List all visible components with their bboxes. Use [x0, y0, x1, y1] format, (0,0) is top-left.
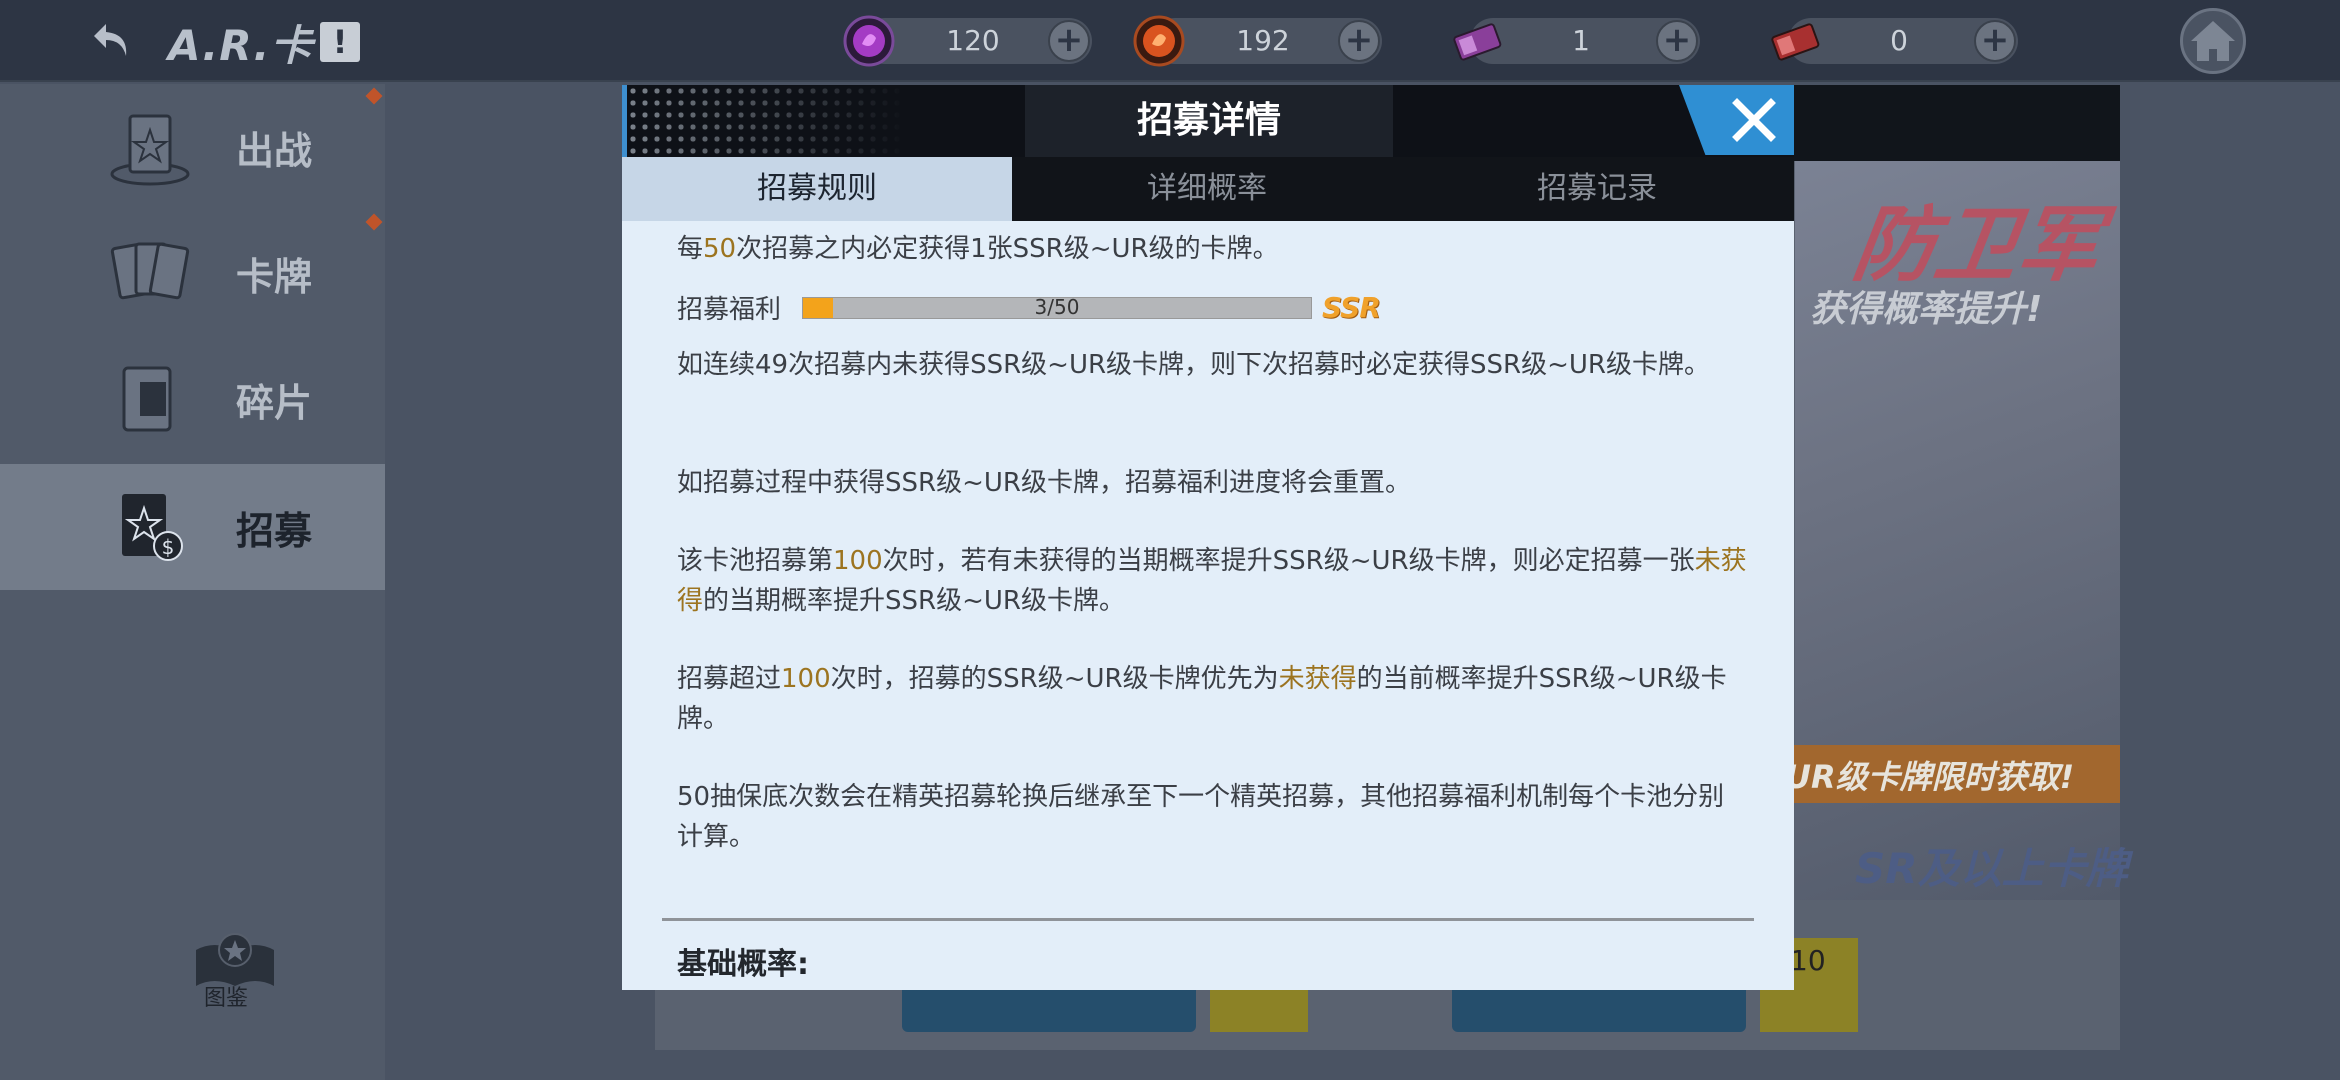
red-ticket-count: 0	[1890, 24, 1908, 57]
resource-purple-ticket: 1 +	[1453, 18, 1700, 64]
purple-ticket-icon	[1453, 23, 1502, 61]
rule-over-hundred: 招募超过100次时，招募的SSR级~UR级卡牌优先为未获得的当前概率提升SSR级…	[677, 664, 1727, 734]
add-purple-gem-button[interactable]: +	[1048, 20, 1090, 62]
sidebar-item-label: 卡牌	[236, 255, 313, 299]
dialog-title: 招募详情	[1136, 100, 1281, 141]
sidebar-item-cards[interactable]: 卡牌	[0, 210, 385, 336]
tab-recruit-rules[interactable]: 招募规则	[622, 157, 1012, 221]
orange-gem-icon	[1133, 15, 1185, 67]
sidebar-item-recruit[interactable]: $ 招募	[0, 464, 385, 590]
banner-header-strip	[1794, 85, 2120, 161]
codex-label: 图鉴	[204, 986, 249, 1011]
sidebar: 出战 卡牌 碎片 $ 招募 图鉴	[0, 84, 385, 1080]
rule-hundredth: 该卡池招募第100次时，若有未获得的当期概率提升SSR级~UR级卡牌，则必定招募…	[677, 546, 1747, 616]
rule-inheritance: 50抽保底次数会在精英招募轮换后继承至下一个精英招募，其他招募福利机制每个卡池分…	[677, 782, 1725, 852]
ticket-cost-count: 10	[1790, 944, 1826, 977]
close-icon	[1732, 98, 1776, 142]
dialog-header: 招募详情	[622, 85, 1794, 157]
purple-gem-icon	[843, 15, 895, 67]
resource-purple-gem: 120 +	[843, 15, 1092, 67]
recruit-details-dialog: 招募详情 招募规则 详细概率 招募记录 每50次招募之内必定获得1张SSR级~U…	[622, 85, 1794, 990]
cards-icon	[110, 242, 190, 300]
banner-strip2-text: SR及以上卡牌	[1855, 844, 2128, 893]
resource-orange-gem: 192 +	[1133, 15, 1382, 67]
back-arrow-icon	[94, 24, 127, 56]
welfare-progress-bar: 3/50	[802, 295, 1312, 319]
orange-gem-count: 192	[1236, 24, 1290, 57]
sidebar-item-label: 招募	[236, 509, 313, 553]
rule-reset: 如招募过程中获得SSR级~UR级卡牌，招募福利进度将会重置。	[677, 468, 1411, 498]
fragment-icon	[122, 366, 172, 432]
close-button[interactable]	[1679, 85, 1794, 155]
resource-red-ticket: 0 +	[1771, 18, 2018, 64]
ssr-badge: SSR	[1322, 291, 1381, 324]
sidebar-item-label: 出战	[236, 129, 313, 173]
battle-card-icon	[110, 114, 190, 186]
add-purple-ticket-button[interactable]: +	[1656, 20, 1698, 62]
tab-recruit-history[interactable]: 招募记录	[1402, 157, 1792, 221]
rule-pity-summary: 每50次招募之内必定获得1张SSR级~UR级的卡牌。	[677, 234, 1279, 264]
sidebar-item-fragments[interactable]: 碎片	[0, 336, 385, 462]
home-icon	[2191, 21, 2235, 61]
page-title: A.R.卡	[168, 21, 314, 70]
top-bar: A.R.卡 ! 120 + 192 + 1 + 0 +	[0, 0, 2340, 82]
info-button[interactable]: !	[320, 22, 360, 62]
back-button[interactable]	[88, 16, 138, 66]
banner-subtitle: 获得概率提升!	[1810, 289, 2043, 330]
banner-strip-text: UR级卡牌限时获取!	[1785, 758, 2075, 796]
welfare-progress-text: 3/50	[1034, 295, 1080, 319]
sidebar-item-battle[interactable]: 出战	[0, 84, 385, 210]
purple-gem-count: 120	[946, 24, 1000, 57]
add-orange-gem-button[interactable]: +	[1338, 20, 1380, 62]
tab-bar: 招募规则 详细概率 招募记录	[622, 157, 1794, 221]
purple-ticket-count: 1	[1572, 24, 1590, 57]
add-red-ticket-button[interactable]: +	[1974, 20, 2016, 62]
recruit-icon: $	[122, 494, 183, 561]
rules-content[interactable]: 每50次招募之内必定获得1张SSR级~UR级的卡牌。 招募福利 3/50 SSR…	[622, 221, 1794, 990]
svg-text:$: $	[162, 535, 175, 559]
tab-detailed-probability[interactable]: 详细概率	[1012, 157, 1402, 221]
halftone-pattern	[627, 85, 907, 157]
section-divider	[662, 918, 1754, 921]
base-rate-heading: 基础概率:	[677, 947, 809, 982]
home-button[interactable]	[2180, 8, 2246, 74]
rule-guarantee: 如连续49次招募内未获得SSR级~UR级卡牌，则下次招募时必定获得SSR级~UR…	[677, 350, 1710, 380]
red-ticket-icon	[1771, 23, 1820, 61]
sidebar-item-label: 碎片	[236, 381, 313, 425]
welfare-label: 招募福利	[677, 295, 782, 325]
